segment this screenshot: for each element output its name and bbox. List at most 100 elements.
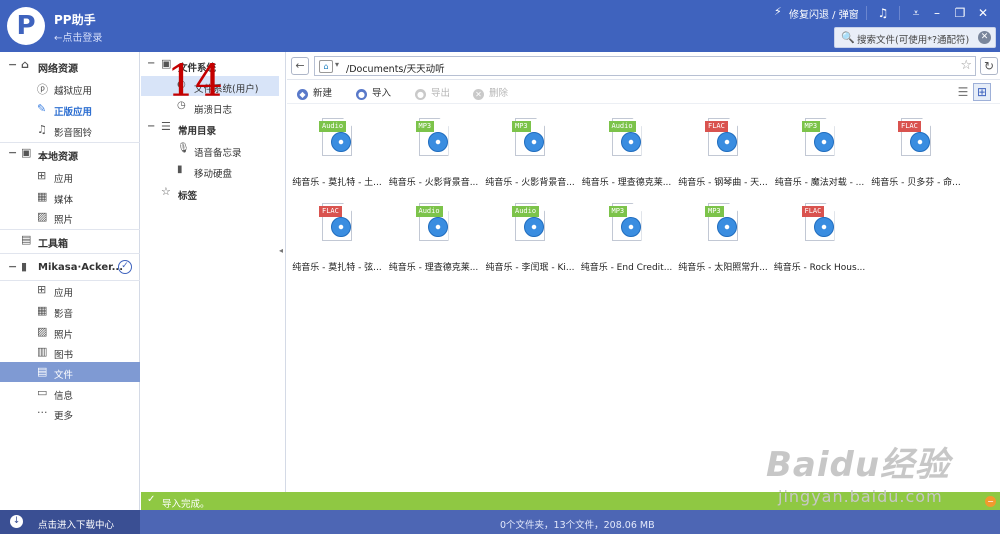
grid-view-icon[interactable]: ⊞ <box>973 83 991 101</box>
sidebar-item-local-apps[interactable]: ⊞ 应用 <box>0 166 140 186</box>
collapse-icon[interactable]: − <box>147 58 155 69</box>
file-item[interactable]: Audio 纯音乐 - 理查德克莱... <box>386 196 482 276</box>
login-link[interactable]: ←点击登录 <box>54 29 102 44</box>
sidebar-item-device-apps[interactable]: ⊞ 应用 <box>0 280 140 300</box>
sidebar-section-local[interactable]: − ▣ 本地资源 <box>0 143 140 165</box>
sidebar-item-device-video[interactable]: ▦ 影音 <box>0 301 140 321</box>
file-item[interactable]: MP3 纯音乐 - End Credit... <box>579 196 675 276</box>
collapse-icon[interactable]: − <box>8 260 17 273</box>
photo-icon: ▨ <box>37 325 48 338</box>
tree-item-mobile-disk[interactable]: ▮ 移动硬盘 <box>141 161 279 181</box>
file-item[interactable]: MP3 纯音乐 - 魔法对载 - ... <box>772 111 868 191</box>
file-name: 纯音乐 - 钢琴曲 - 天... <box>678 178 768 188</box>
watermark-brand: Baidu经验 <box>766 445 951 485</box>
audio-file-icon: Audio <box>319 118 352 156</box>
collapse-icon[interactable]: − <box>8 146 17 159</box>
format-badge: FLAC <box>319 206 342 217</box>
file-name: 纯音乐 - Rock Hous... <box>773 263 866 273</box>
file-item[interactable]: MP3 纯音乐 - 火影背景音... <box>482 111 578 191</box>
file-item[interactable]: FLAC 纯音乐 - Rock Hous... <box>772 196 868 276</box>
file-name: 纯音乐 - 火影背景音... <box>485 178 575 188</box>
disc-icon <box>427 132 448 152</box>
audio-file-icon: FLAC <box>319 203 352 241</box>
usb-drive-icon: ▮ <box>177 164 183 175</box>
sidebar: − ⌂ 网络资源 ⓟ 越狱应用 ✎ 正版应用 ♫ 影音图铃 − ▣ 本地资源 ⊞… <box>0 52 140 510</box>
file-item[interactable]: FLAC 纯音乐 - 莫扎特 - 弦... <box>289 196 385 276</box>
search-icon: 🔍 <box>841 31 855 44</box>
collapse-panel-icon[interactable]: ◂ <box>279 246 283 255</box>
music-icon[interactable]: ♫ <box>873 4 893 22</box>
path-text: /Documents/天天动听 <box>346 64 445 75</box>
sidebar-item-local-media[interactable]: ▦ 媒体 <box>0 187 140 207</box>
chevron-down-icon[interactable]: ▾ <box>335 60 339 69</box>
file-name: 纯音乐 - 魔法对载 - ... <box>774 178 865 188</box>
restore-icon[interactable]: ❐ <box>950 4 970 22</box>
apps-grid-icon: ⊞ <box>37 283 47 296</box>
minimize-icon[interactable]: – <box>927 4 947 22</box>
file-item[interactable]: Audio 纯音乐 - 理查德克莱... <box>579 111 675 191</box>
file-icon: ▤ <box>37 365 48 378</box>
sidebar-item-official-apps[interactable]: ✎ 正版应用 <box>0 99 140 119</box>
tree-item-voice-memos[interactable]: 🎙 语音备忘录 <box>141 140 279 160</box>
sidebar-item-device-messages[interactable]: ▭ 信息 <box>0 383 140 403</box>
back-button[interactable]: ← <box>291 57 309 75</box>
file-item[interactable]: FLAC 纯音乐 - 贝多芬 - 命... <box>868 111 964 191</box>
file-item[interactable]: MP3 纯音乐 - 火影背景音... <box>386 111 482 191</box>
menu-icon[interactable]: ⩡ <box>906 4 926 22</box>
file-name: 纯音乐 - 莫扎特 - 土... <box>292 178 382 188</box>
download-center-button[interactable]: ↓ 点击进入下载中心 <box>0 510 140 534</box>
format-badge: Audio <box>415 206 443 217</box>
export-button[interactable]: ● 导出 <box>415 85 450 100</box>
more-icon: ··· <box>37 406 48 419</box>
format-badge: MP3 <box>512 121 531 132</box>
title-bar: P PP助手 ←点击登录 ⚡ 修复闪退 / 弹窗 ♫ ⩡ – ❐ ✕ 🔍 搜索文… <box>0 0 1000 52</box>
toolbar-separator <box>899 6 900 20</box>
delete-button[interactable]: ✕ 删除 <box>473 85 508 100</box>
file-item[interactable]: FLAC 纯音乐 - 钢琴曲 - 天... <box>675 111 771 191</box>
favorite-star-icon[interactable]: ☆ <box>960 58 972 73</box>
search-box[interactable]: 🔍 搜索文件(可使用*?通配符) ✕ <box>834 27 996 48</box>
device-icon[interactable]: ⌂ <box>319 60 333 73</box>
sidebar-item-device-books[interactable]: ▥ 图书 <box>0 342 140 362</box>
fix-crash-link[interactable]: 修复闪退 / 弹窗 <box>789 6 859 21</box>
file-name: 纯音乐 - 贝多芬 - 命... <box>871 178 961 188</box>
address-bar: ← ⌂ ▾ /Documents/天天动听 ☆ ↻ <box>287 52 1000 80</box>
audio-file-icon: Audio <box>608 118 642 156</box>
audio-file-icon: FLAC <box>801 203 835 241</box>
file-item[interactable]: MP3 纯音乐 - 太阳照常升... <box>675 196 771 276</box>
refresh-button[interactable]: ↻ <box>980 57 998 75</box>
file-item[interactable]: Audio 纯音乐 - 李闰珉 - Ki... <box>482 196 578 276</box>
tree-section-common-dirs[interactable]: − ☰ 常用目录 <box>141 118 285 138</box>
sidebar-item-jailbreak-apps[interactable]: ⓟ 越狱应用 <box>0 78 140 98</box>
format-badge: FLAC <box>801 206 825 217</box>
audio-file-icon: MP3 <box>801 118 835 156</box>
device-connected-check-icon: ✓ <box>118 260 132 274</box>
lightning-icon: ⚡ <box>774 5 782 18</box>
audio-file-icon: Audio <box>512 203 545 241</box>
sidebar-section-toolbox[interactable]: ▤ 工具箱 <box>0 230 140 252</box>
clear-search-icon[interactable]: ✕ <box>978 31 991 44</box>
collapse-icon[interactable]: − <box>147 121 155 132</box>
collapse-icon[interactable]: − <box>8 58 17 71</box>
file-item[interactable]: Audio 纯音乐 - 莫扎特 - 土... <box>289 111 385 191</box>
pp-logo-icon[interactable]: P <box>7 7 45 45</box>
list-view-icon[interactable]: ☰ <box>954 83 972 101</box>
new-button[interactable]: ◆ 新建 <box>297 85 332 100</box>
disc-icon <box>813 217 834 237</box>
sidebar-item-media-ringtones[interactable]: ♫ 影音图铃 <box>0 120 140 140</box>
path-field[interactable]: ⌂ ▾ /Documents/天天动听 ☆ <box>314 56 976 76</box>
close-icon[interactable]: ✕ <box>973 4 993 22</box>
disc-icon <box>331 217 351 237</box>
export-icon: ● <box>415 89 426 100</box>
music-icon: ♫ <box>37 123 47 136</box>
format-badge: Audio <box>319 121 347 132</box>
sidebar-section-network[interactable]: − ⌂ 网络资源 <box>0 55 140 77</box>
audio-file-icon: Audio <box>415 203 449 241</box>
list-icon: ☰ <box>161 120 171 133</box>
sidebar-item-device-more[interactable]: ··· 更多 <box>0 403 140 423</box>
import-button[interactable]: ● 导入 <box>356 85 391 100</box>
sidebar-item-local-photos[interactable]: ▨ 照片 <box>0 207 140 227</box>
sidebar-item-device-files[interactable]: ▤ 文件 <box>0 362 140 382</box>
tree-section-tags[interactable]: ☆ 标签 <box>141 183 285 203</box>
sidebar-item-device-photos[interactable]: ▨ 照片 <box>0 322 140 342</box>
